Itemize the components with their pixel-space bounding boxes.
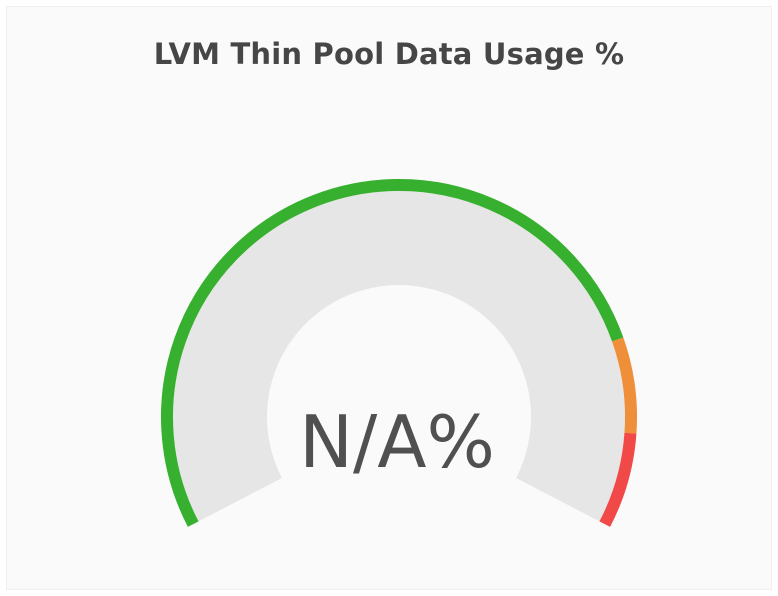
gauge-chart: N/A% — [161, 179, 637, 527]
gauge-panel: LVM Thin Pool Data Usage % N/A% — [6, 6, 772, 590]
gauge-value: N/A% — [299, 400, 495, 484]
